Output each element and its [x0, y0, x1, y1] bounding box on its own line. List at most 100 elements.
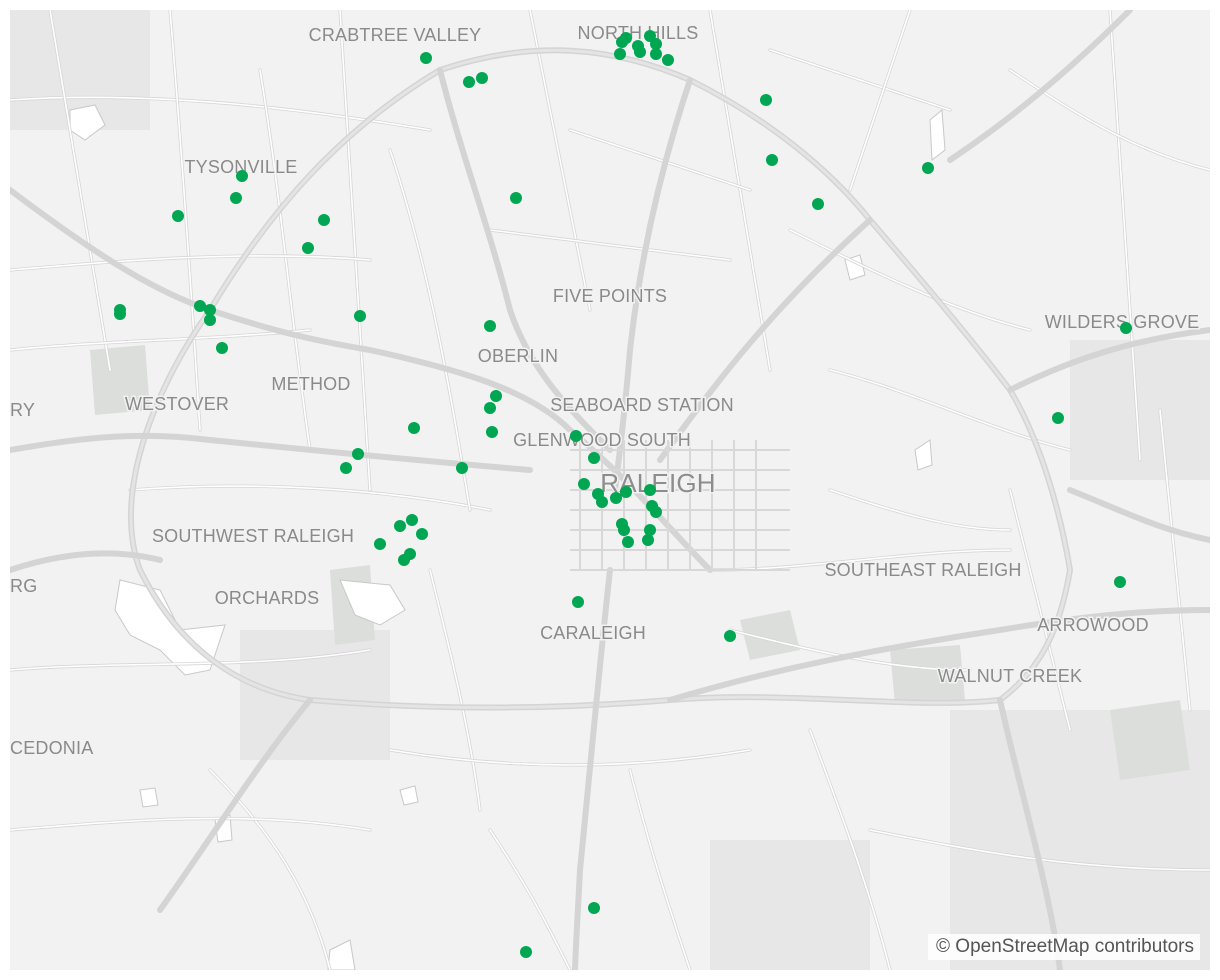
location-marker-icon[interactable]	[644, 484, 656, 496]
location-marker-icon[interactable]	[1120, 322, 1132, 334]
location-marker-icon[interactable]	[570, 430, 582, 442]
location-marker-icon[interactable]	[394, 520, 406, 532]
label-southwest-raleigh: SOUTHWEST RALEIGH	[152, 526, 354, 546]
location-marker-icon[interactable]	[618, 524, 630, 536]
location-marker-icon[interactable]	[620, 32, 632, 44]
label-rg-edge: RG	[10, 576, 37, 596]
location-marker-icon[interactable]	[588, 452, 600, 464]
location-marker-icon[interactable]	[572, 596, 584, 608]
minor-road-casing	[788, 228, 1032, 332]
minor-road	[769, 49, 951, 111]
minor-road-casing	[10, 816, 372, 832]
map-attribution[interactable]: © OpenStreetMap contributors	[928, 934, 1200, 960]
label-oberlin: OBERLIN	[478, 346, 558, 366]
location-marker-icon[interactable]	[650, 506, 662, 518]
location-marker-icon[interactable]	[456, 462, 468, 474]
location-marker-icon[interactable]	[922, 162, 934, 174]
location-marker-icon[interactable]	[610, 492, 622, 504]
label-orchards: ORCHARDS	[215, 588, 320, 608]
location-marker-icon[interactable]	[644, 524, 656, 536]
location-marker-icon[interactable]	[476, 72, 488, 84]
location-marker-icon[interactable]	[588, 902, 600, 914]
minor-road	[789, 229, 1031, 331]
location-marker-icon[interactable]	[318, 214, 330, 226]
highway-ne	[947, 10, 1133, 163]
location-marker-icon[interactable]	[520, 946, 532, 958]
label-southeast-raleigh: SOUTHEAST RALEIGH	[824, 560, 1021, 580]
minor-road-casing	[128, 484, 492, 512]
location-marker-icon[interactable]	[486, 426, 498, 438]
location-marker-icon[interactable]	[812, 198, 824, 210]
location-marker-icon[interactable]	[510, 192, 522, 204]
minor-road-casing	[428, 568, 482, 812]
location-marker-icon[interactable]	[398, 554, 410, 566]
location-marker-icon[interactable]	[614, 48, 626, 60]
lake	[139, 787, 159, 808]
label-crabtree-valley: CRABTREE VALLEY	[309, 25, 482, 45]
minor-road-casing	[1008, 68, 1210, 172]
minor-road	[209, 769, 331, 970]
location-marker-icon[interactable]	[230, 192, 242, 204]
minor-road	[849, 10, 911, 191]
location-marker-icon[interactable]	[354, 310, 366, 322]
location-marker-icon[interactable]	[724, 630, 736, 642]
label-walnut-creek: WALNUT CREEK	[938, 666, 1082, 686]
location-marker-icon[interactable]	[406, 514, 418, 526]
lake	[399, 785, 419, 806]
label-glenwood-south: GLENWOOD SOUTH	[513, 430, 691, 450]
location-marker-icon[interactable]	[172, 210, 184, 222]
interstate-87	[1067, 487, 1210, 543]
location-marker-icon[interactable]	[634, 46, 646, 58]
location-marker-icon[interactable]	[463, 76, 475, 88]
location-marker-icon[interactable]	[650, 48, 662, 60]
park-area	[1110, 700, 1190, 780]
lake	[327, 939, 356, 970]
location-marker-icon[interactable]	[204, 314, 216, 326]
location-marker-icon[interactable]	[374, 538, 386, 550]
label-cedonia-edge: CEDONIA	[10, 738, 93, 758]
western-boulevard	[10, 432, 533, 473]
location-marker-icon[interactable]	[114, 308, 126, 320]
label-westover: WESTOVER	[125, 394, 229, 414]
minor-road	[489, 229, 731, 261]
location-marker-icon[interactable]	[408, 422, 420, 434]
location-marker-icon[interactable]	[340, 462, 352, 474]
label-seaboard-station: SEABOARD STATION	[550, 395, 734, 415]
location-marker-icon[interactable]	[484, 320, 496, 332]
attribution-text[interactable]: © OpenStreetMap contributors	[936, 936, 1194, 957]
lake	[929, 108, 946, 161]
landuse-block	[710, 840, 870, 970]
location-marker-icon[interactable]	[596, 496, 608, 508]
map-canvas[interactable]: CRABTREE VALLEY NORTH HILLS TYSONVILLE F…	[10, 10, 1210, 970]
label-five-points: FIVE POINTS	[553, 286, 667, 306]
location-marker-icon[interactable]	[1052, 412, 1064, 424]
location-marker-icon[interactable]	[352, 448, 364, 460]
location-marker-icon[interactable]	[484, 402, 496, 414]
map-basemap: CRABTREE VALLEY NORTH HILLS TYSONVILLE F…	[10, 10, 1210, 970]
minor-road	[339, 10, 371, 491]
minor-road	[829, 489, 1011, 531]
location-marker-icon[interactable]	[662, 54, 674, 66]
location-marker-icon[interactable]	[216, 342, 228, 354]
location-marker-icon[interactable]	[302, 242, 314, 254]
label-arrowood: ARROWOOD	[1037, 615, 1149, 635]
location-marker-icon[interactable]	[760, 94, 772, 106]
location-marker-icon[interactable]	[622, 536, 634, 548]
location-marker-icon[interactable]	[420, 52, 432, 64]
location-marker-icon[interactable]	[416, 528, 428, 540]
location-marker-icon[interactable]	[766, 154, 778, 166]
glenwood-avenue	[437, 67, 613, 453]
label-method: METHOD	[271, 374, 350, 394]
location-marker-icon[interactable]	[642, 534, 654, 546]
location-marker-icon[interactable]	[620, 486, 632, 498]
location-marker-icon[interactable]	[578, 478, 590, 490]
minor-road	[529, 10, 591, 311]
label-ry-edge: RY	[10, 400, 35, 420]
location-marker-icon[interactable]	[490, 390, 502, 402]
location-marker-icon[interactable]	[236, 170, 248, 182]
minor-road-casing	[208, 768, 332, 970]
location-marker-icon[interactable]	[1114, 576, 1126, 588]
minor-road	[1009, 69, 1210, 171]
minor-road	[709, 10, 771, 371]
lake	[914, 439, 933, 471]
